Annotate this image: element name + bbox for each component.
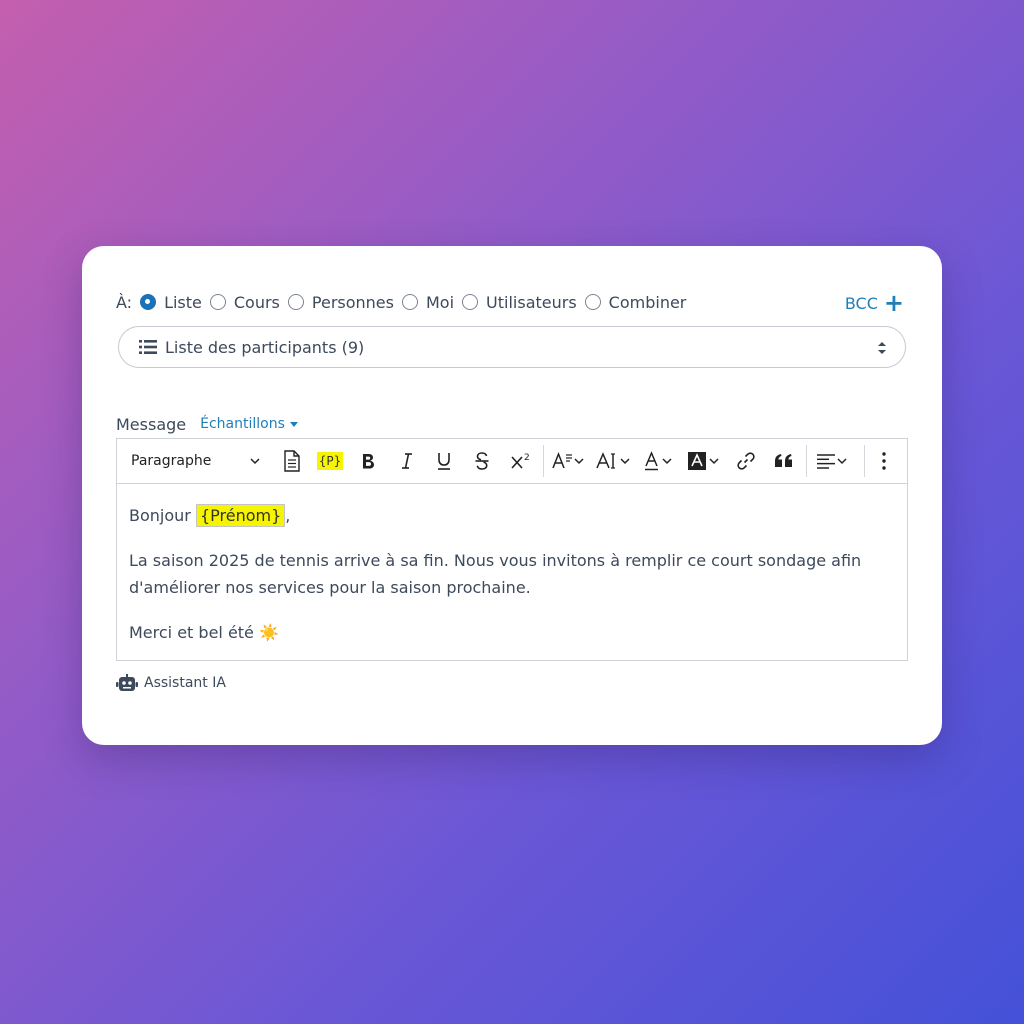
link-icon — [737, 452, 755, 470]
radio-combiner[interactable]: Combiner — [584, 292, 687, 312]
closing-line: Merci et bel été ☀️ — [129, 619, 895, 646]
font-size-button[interactable] — [595, 449, 633, 473]
recipient-type-row: À: Liste Cours Personnes Moi Utilisateur… — [116, 290, 694, 314]
radio-utilisateurs[interactable]: Utilisateurs — [462, 293, 577, 312]
line-height-button[interactable] — [551, 449, 585, 473]
alignment-button[interactable] — [815, 449, 851, 473]
radio-moi-label: Moi — [425, 292, 455, 312]
radio-combiner-indicator[interactable] — [584, 294, 601, 310]
italic-icon — [402, 453, 412, 469]
caret-down-icon — [289, 421, 298, 427]
message-label: Message — [116, 414, 187, 434]
svg-text:2: 2 — [524, 453, 530, 463]
font-color-icon — [645, 451, 672, 471]
bold-icon — [363, 454, 374, 469]
list-icon — [139, 340, 157, 354]
toolbar-separator — [543, 445, 544, 477]
radio-personnes-indicator[interactable] — [287, 294, 304, 310]
line-height-icon — [552, 451, 584, 469]
radio-personnes-label: Personnes — [311, 292, 394, 312]
strikethrough-icon — [475, 452, 489, 470]
closing-text: Merci et bel été — [129, 623, 254, 642]
strikethrough-button[interactable] — [471, 449, 493, 473]
samples-label: Échantillons — [200, 416, 285, 432]
ai-assistant-button[interactable]: Assistant IA — [116, 672, 226, 694]
sun-emoji-icon: ☀️ — [259, 623, 279, 642]
superscript-button[interactable]: 2 — [509, 449, 533, 473]
document-button[interactable] — [281, 449, 303, 473]
to-label: À: — [116, 292, 133, 312]
greeting-line: Bonjour {Prénom}, — [129, 502, 895, 529]
paragraph-style-label: Paragraphe — [131, 453, 212, 469]
greeting-text: Bonjour — [129, 506, 191, 525]
radio-cours[interactable]: Cours — [209, 292, 280, 312]
radio-cours-indicator[interactable] — [209, 294, 226, 310]
superscript-icon: 2 — [511, 453, 530, 469]
radio-liste[interactable]: Liste — [140, 293, 202, 312]
align-left-icon — [817, 454, 847, 469]
body-paragraph: La saison 2025 de tennis arrive à sa fin… — [129, 551, 862, 597]
document-icon — [284, 450, 300, 472]
chevron-down-icon — [250, 458, 260, 465]
plus-icon: + — [883, 289, 904, 317]
bold-button[interactable] — [357, 449, 379, 473]
more-vertical-icon — [882, 452, 886, 470]
bcc-button[interactable]: BCC + — [845, 290, 904, 316]
radio-utilisateurs-indicator[interactable] — [462, 294, 479, 310]
sort-arrows-icon — [878, 342, 886, 354]
robot-icon — [116, 674, 138, 691]
blockquote-button[interactable] — [773, 449, 795, 473]
greeting-suffix: , — [285, 506, 291, 525]
highlight-color-icon — [688, 452, 719, 470]
more-options-button[interactable] — [875, 449, 893, 473]
radio-utilisateurs-label: Utilisateurs — [486, 292, 577, 312]
font-size-icon — [596, 452, 630, 469]
bcc-label: BCC — [844, 293, 878, 313]
quote-icon — [775, 454, 792, 467]
selected-list-value: Liste des participants (9) — [165, 337, 365, 357]
radio-liste-label: Liste — [164, 292, 202, 312]
email-composer-card: À: Liste Cours Personnes Moi Utilisateur… — [82, 246, 942, 745]
radio-personnes[interactable]: Personnes — [287, 292, 394, 312]
italic-button[interactable] — [396, 449, 418, 473]
radio-moi-indicator[interactable] — [401, 294, 418, 310]
font-color-button[interactable] — [643, 449, 677, 473]
ai-assistant-label: Assistant IA — [144, 675, 226, 691]
editor-toolbar: Paragraphe {P} 2 — [117, 439, 907, 484]
underline-button[interactable] — [433, 449, 455, 473]
editor-content[interactable]: Bonjour {Prénom}, La saison 2025 de tenn… — [117, 484, 907, 646]
background-color-button[interactable] — [687, 449, 723, 473]
placeholder-token: {P} — [316, 452, 344, 470]
recipient-list-select[interactable]: Liste des participants (9) — [118, 326, 906, 368]
paragraph-style-select[interactable]: Paragraphe — [131, 450, 261, 472]
radio-liste-indicator[interactable] — [140, 294, 157, 310]
first-name-token[interactable]: {Prénom} — [195, 504, 286, 527]
link-button[interactable] — [735, 449, 757, 473]
radio-moi[interactable]: Moi — [401, 292, 455, 312]
rich-text-editor: Paragraphe {P} 2 Bonjour {Prénom} , La s… — [116, 438, 908, 661]
samples-dropdown[interactable]: Échantillons — [200, 416, 298, 432]
radio-combiner-label: Combiner — [608, 292, 687, 312]
message-label-row: Message Échantillons — [116, 412, 298, 436]
insert-placeholder-button[interactable]: {P} — [316, 449, 344, 473]
toolbar-separator — [806, 445, 807, 477]
radio-cours-label: Cours — [233, 292, 280, 312]
toolbar-separator — [864, 445, 865, 477]
underline-icon — [438, 453, 450, 470]
